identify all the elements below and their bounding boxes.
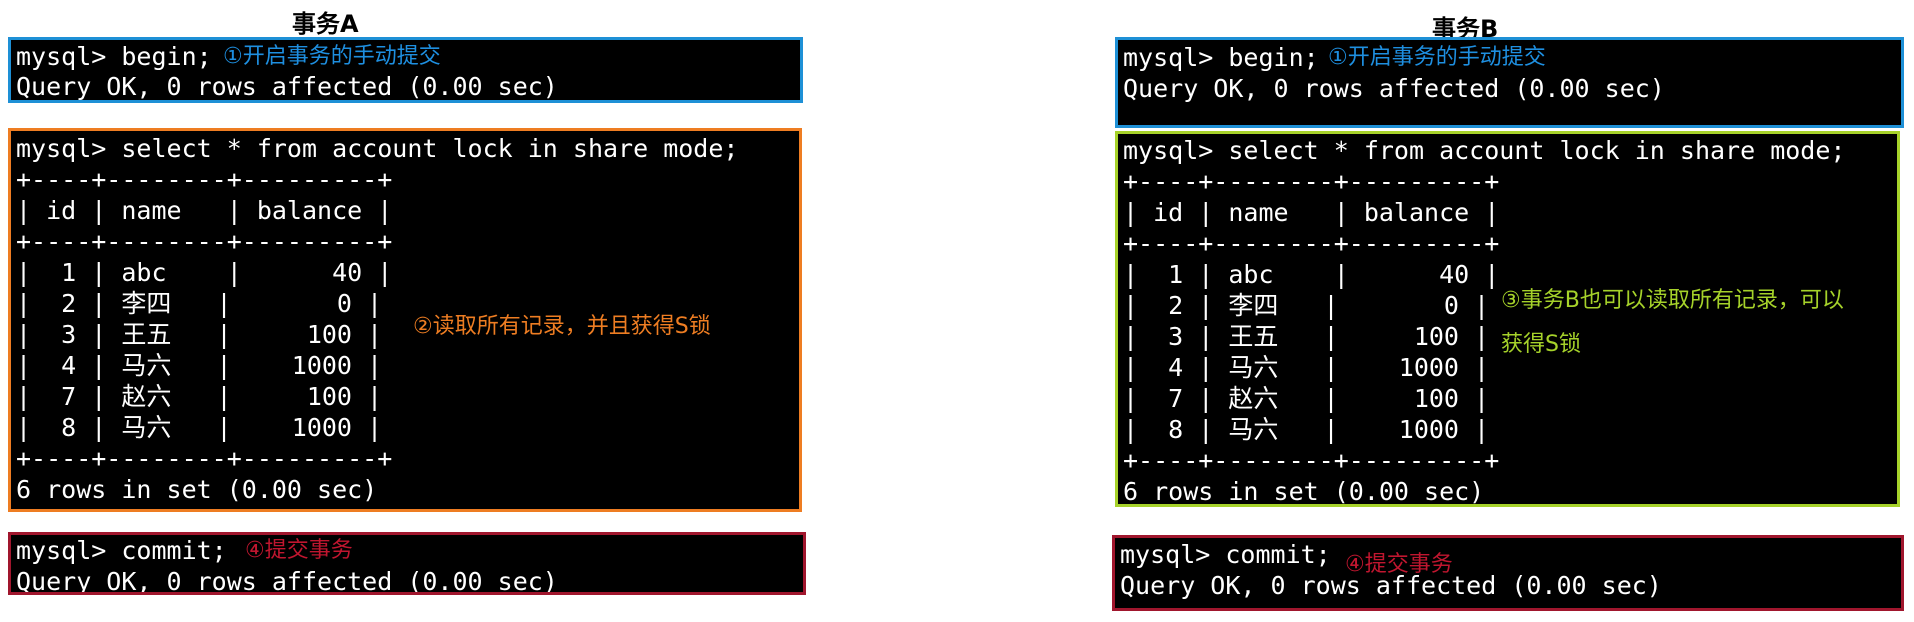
transaction-a-commit-terminal: mysql> commit; Query OK, 0 rows affected… (8, 532, 806, 595)
table-row: | 8 | 马六 | 1000 | (16, 413, 383, 442)
terminal-line: 6 rows in set (0.00 sec) (16, 475, 378, 504)
table-row: | 1 | abc | 40 | (1123, 260, 1500, 289)
table-header: | id | name | balance | (16, 196, 393, 225)
table-border: +----+--------+---------+ (1123, 229, 1500, 258)
terminal-line: 6 rows in set (0.00 sec) (1123, 477, 1485, 506)
begin-annotation: ①开启事务的手动提交 (1328, 45, 1546, 70)
table-row: | 2 | 李四 | 0 | (1123, 291, 1490, 320)
select-annotation-line-2: 获得S锁 (1501, 332, 1581, 357)
transaction-a-title: 事务A (292, 10, 359, 38)
transaction-b-select-terminal: mysql> select * from account lock in sha… (1115, 131, 1900, 507)
table-row: | 8 | 马六 | 1000 | (1123, 415, 1490, 444)
table-row: | 7 | 赵六 | 100 | (1123, 384, 1490, 413)
table-row: | 4 | 马六 | 1000 | (1123, 353, 1490, 382)
terminal-line: mysql> select * from account lock in sha… (1123, 136, 1846, 165)
terminal-line: mysql> commit; (1120, 540, 1331, 569)
table-border: +----+--------+---------+ (16, 165, 393, 194)
select-annotation: ②读取所有记录，并且获得S锁 (413, 314, 711, 339)
table-row: | 2 | 李四 | 0 | (16, 289, 383, 318)
table-header: | id | name | balance | (1123, 198, 1500, 227)
table-row: | 3 | 王五 | 100 | (1123, 322, 1490, 351)
table-border: +----+--------+---------+ (1123, 446, 1500, 475)
transaction-b-begin-terminal: mysql> begin; Query OK, 0 rows affected … (1115, 37, 1904, 128)
select-annotation-line-1: ③事务B也可以读取所有记录，可以 (1501, 288, 1844, 313)
transaction-b-commit-terminal: mysql> commit; Query OK, 0 rows affected… (1112, 535, 1904, 611)
terminal-line: Query OK, 0 rows affected (0.00 sec) (16, 72, 558, 101)
table-border: +----+--------+---------+ (1123, 167, 1500, 196)
transaction-a-begin-terminal: mysql> begin; Query OK, 0 rows affected … (8, 37, 803, 103)
terminal-line: mysql> begin; (16, 42, 212, 71)
terminal-line: Query OK, 0 rows affected (0.00 sec) (1123, 74, 1665, 103)
terminal-line: mysql> commit; (16, 536, 227, 565)
begin-annotation: ①开启事务的手动提交 (223, 44, 441, 69)
transaction-a-select-terminal: mysql> select * from account lock in sha… (8, 128, 802, 512)
table-row: | 3 | 王五 | 100 | (16, 320, 383, 349)
table-border: +----+--------+---------+ (16, 444, 393, 473)
table-row: | 4 | 马六 | 1000 | (16, 351, 383, 380)
table-row: | 1 | abc | 40 | (16, 258, 393, 287)
terminal-line: mysql> select * from account lock in sha… (16, 134, 739, 163)
terminal-line: Query OK, 0 rows affected (0.00 sec) (16, 567, 558, 595)
table-border: +----+--------+---------+ (16, 227, 393, 256)
commit-annotation: ④提交事务 (1345, 552, 1453, 577)
commit-annotation: ④提交事务 (245, 538, 353, 563)
table-row: | 7 | 赵六 | 100 | (16, 382, 383, 411)
terminal-line: mysql> begin; (1123, 43, 1319, 72)
